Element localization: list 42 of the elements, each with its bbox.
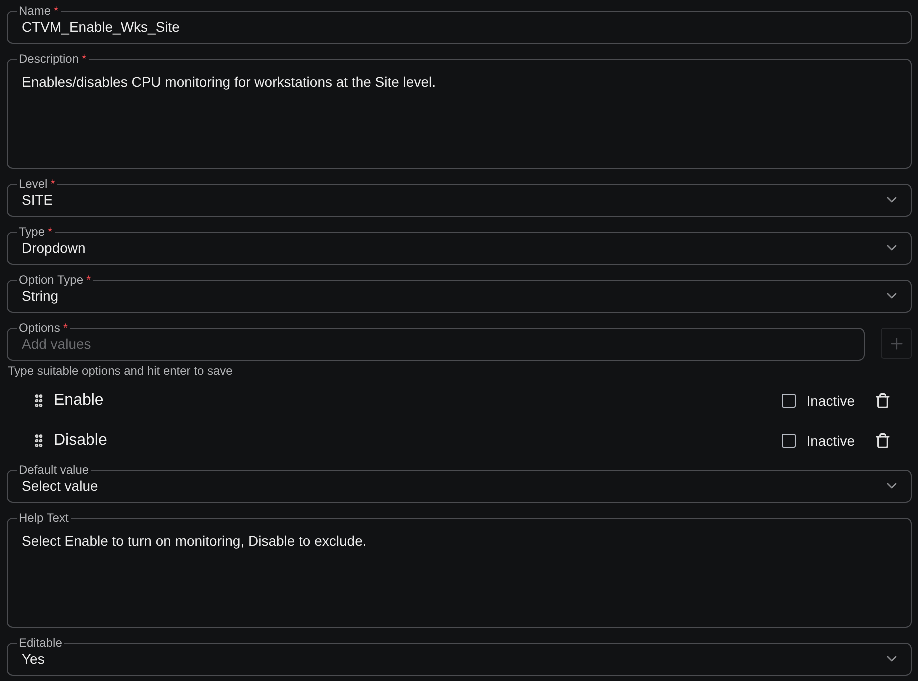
option-label: Enable: [54, 391, 104, 411]
field-value: SITE: [22, 191, 54, 209]
field-value: Yes: [22, 650, 45, 668]
placeholder-input[interactable]: Add values: [22, 335, 322, 353]
field-value: String: [22, 287, 59, 305]
helper-text: Type suitable options and hit enter to save: [8, 364, 233, 378]
text-area[interactable]: Description * Enables/disables CPU monitoring for workstations at the Site level.: [7, 52, 912, 169]
text-field[interactable]: Name * CTVM_Enable_Wks_Site: [7, 4, 912, 44]
required-mark: *: [54, 4, 59, 18]
field-label: Level: [19, 177, 48, 191]
field-label: Options: [19, 321, 60, 335]
field-value: Enables/disables CPU monitoring for workstations at the Site level.: [22, 74, 436, 90]
field-label: Description: [19, 52, 80, 66]
trash-icon[interactable]: [875, 393, 891, 409]
field-label: Default value: [19, 463, 90, 477]
required-mark: *: [63, 321, 68, 335]
field-label: Help Text: [19, 511, 69, 525]
checkbox-label: Inactive: [806, 392, 855, 410]
field-label: Name: [19, 4, 52, 18]
required-mark: *: [50, 177, 56, 191]
required-mark: *: [48, 225, 53, 239]
required-mark: *: [86, 273, 92, 287]
field-value: CTVM_Enable_Wks_Site: [22, 18, 180, 36]
field-value: Select Enable to turn on monitoring, Disable to exclude.: [22, 533, 367, 549]
required-mark: *: [82, 52, 87, 66]
field-value: Select value: [22, 477, 98, 495]
option-label: Disable: [54, 431, 108, 451]
field-label: Editable: [19, 636, 62, 650]
text-area[interactable]: Help Text Select Enable to turn on monitoring, Disable to exclude.: [7, 511, 912, 628]
field-label: Type: [19, 225, 46, 239]
dropdown-select[interactable]: Level * SITE: [7, 177, 912, 217]
dropdown-select[interactable]: Editable Yes: [7, 636, 912, 676]
options-input-field[interactable]: Options * Add values: [7, 321, 865, 361]
dropdown-select[interactable]: Default value Select value: [7, 463, 912, 503]
dropdown-select[interactable]: Type * Dropdown: [7, 225, 912, 265]
trash-icon[interactable]: [875, 433, 891, 449]
dropdown-select[interactable]: Option Type * String: [7, 273, 912, 313]
checkbox[interactable]: [782, 394, 796, 408]
field-label: Option Type: [19, 273, 84, 287]
field-value: Dropdown: [22, 239, 86, 257]
checkbox[interactable]: [782, 434, 796, 448]
checkbox-label: Inactive: [806, 432, 855, 450]
